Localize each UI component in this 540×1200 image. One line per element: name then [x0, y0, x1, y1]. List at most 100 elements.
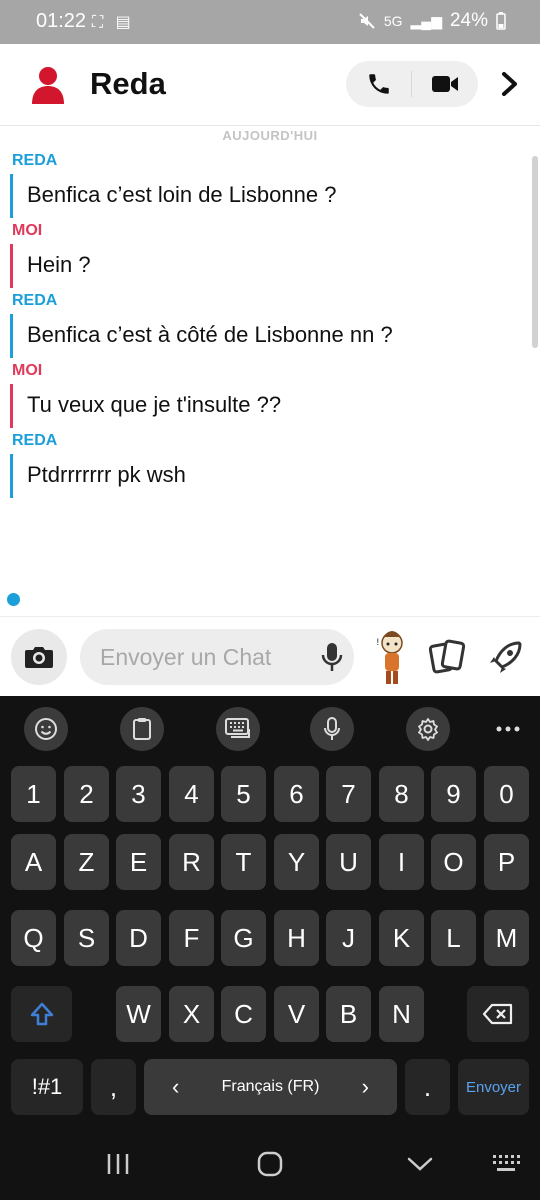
message-item[interactable]: REDA Benfica c’est loin de Lisbonne ?	[10, 152, 530, 222]
key-6[interactable]: 6	[274, 766, 319, 822]
symbols-key[interactable]: !#1	[11, 1059, 83, 1115]
key-d[interactable]: D	[116, 910, 161, 966]
contact-name[interactable]: Reda	[90, 66, 166, 102]
key-f[interactable]: F	[169, 910, 214, 966]
back-button[interactable]	[402, 1150, 438, 1178]
key-5[interactable]: 5	[221, 766, 266, 822]
chat-input[interactable]	[100, 629, 310, 685]
shift-icon	[30, 1002, 53, 1026]
comma-key[interactable]: ,	[91, 1059, 136, 1115]
key-q[interactable]: Q	[11, 910, 56, 966]
backspace-icon	[482, 1003, 513, 1025]
svg-text:!: !	[376, 638, 380, 648]
chat-scrollbar[interactable]	[532, 156, 538, 348]
language-next-arrow: ›	[361, 1074, 369, 1099]
key-m[interactable]: M	[484, 910, 529, 966]
key-z[interactable]: Z	[64, 834, 109, 890]
message-sender: REDA	[12, 432, 58, 449]
key-x[interactable]: X	[169, 986, 214, 1042]
phone-icon	[369, 74, 389, 94]
chat-input-field[interactable]	[80, 629, 354, 685]
key-o[interactable]: O	[431, 834, 476, 890]
key-a[interactable]: A	[11, 834, 56, 890]
backspace-key[interactable]	[467, 986, 529, 1042]
key-9[interactable]: 9	[431, 766, 476, 822]
mic-icon	[324, 717, 340, 740]
camera-button[interactable]	[11, 629, 67, 685]
chevron-right-button[interactable]	[494, 64, 526, 104]
keyboard-hide-button[interactable]	[488, 1150, 524, 1178]
key-p[interactable]: P	[484, 834, 529, 890]
key-u[interactable]: U	[326, 834, 371, 890]
key-b[interactable]: B	[326, 986, 371, 1042]
clipboard-button[interactable]	[120, 707, 164, 751]
key-e[interactable]: E	[116, 834, 161, 890]
key-l[interactable]: L	[431, 910, 476, 966]
key-8[interactable]: 8	[379, 766, 424, 822]
message-text: Benfica c’est à côté de Lisbonne nn ?	[27, 322, 393, 347]
message-item[interactable]: REDA Benfica c’est à côté de Lisbonne nn…	[10, 292, 530, 362]
phone-call-button[interactable]	[346, 61, 412, 107]
key-s[interactable]: S	[64, 910, 109, 966]
chat-area[interactable]: AUJOURD'HUI REDA Benfica c’est loin de L…	[0, 126, 540, 616]
voice-input-button[interactable]	[310, 707, 354, 751]
key-v[interactable]: V	[274, 986, 319, 1042]
chat-header: Reda	[0, 44, 540, 126]
status-time: 01:22	[36, 10, 87, 32]
emoji-icon	[35, 718, 57, 740]
signal-icon: ▂▄▆	[410, 12, 442, 29]
emoji-button[interactable]	[24, 707, 68, 751]
key-w[interactable]: W	[116, 986, 161, 1042]
key-0[interactable]: 0	[484, 766, 529, 822]
settings-button[interactable]	[406, 707, 450, 751]
key-3[interactable]: 3	[116, 766, 161, 822]
rocket-icon[interactable]	[486, 637, 526, 677]
send-key[interactable]: Envoyer	[458, 1059, 529, 1115]
key-i[interactable]: I	[379, 834, 424, 890]
call-controls	[346, 61, 478, 107]
message-bar	[10, 384, 13, 428]
key-j[interactable]: J	[326, 910, 371, 966]
keyboard-mode-button[interactable]	[216, 707, 260, 751]
key-g[interactable]: G	[221, 910, 266, 966]
message-sender: MOI	[12, 222, 43, 239]
key-r[interactable]: R	[169, 834, 214, 890]
status-right-icons: 5G ▂▄▆ 24%	[358, 10, 506, 32]
key-k[interactable]: K	[379, 910, 424, 966]
key-7[interactable]: 7	[326, 766, 371, 822]
recent-apps-button[interactable]	[100, 1150, 136, 1178]
cards-icon[interactable]	[428, 637, 468, 677]
chevron-down-icon	[407, 1157, 433, 1171]
message-item[interactable]: MOI Tu veux que je t'insulte ??	[10, 362, 530, 432]
battery-icon	[496, 12, 506, 30]
spacebar-label: Français (FR)	[221, 1078, 320, 1095]
message-item[interactable]: MOI Hein ?	[10, 222, 530, 292]
message-sender: REDA	[12, 152, 58, 169]
microphone-icon[interactable]	[320, 641, 344, 673]
key-2[interactable]: 2	[64, 766, 109, 822]
video-icon	[432, 76, 458, 92]
period-key[interactable]: .	[405, 1059, 450, 1115]
key-h[interactable]: H	[274, 910, 319, 966]
key-c[interactable]: C	[221, 986, 266, 1042]
key-1[interactable]: 1	[11, 766, 56, 822]
key-y[interactable]: Y	[274, 834, 319, 890]
key-t[interactable]: T	[221, 834, 266, 890]
camera-icon	[25, 647, 53, 668]
bitmoji-icon[interactable]: !	[373, 627, 411, 687]
settings-icon	[418, 718, 438, 741]
more-options-button[interactable]	[486, 707, 530, 751]
keyboard-grid-icon	[493, 1155, 520, 1171]
spacebar-key[interactable]: ‹ Français (FR) ›	[144, 1059, 397, 1115]
message-sender: REDA	[12, 292, 58, 309]
keyboard: 1 2 3 4 5 6 7 8 9 0 A Z E R T Y U I O P …	[0, 696, 540, 1200]
shift-key[interactable]	[11, 986, 72, 1042]
key-4[interactable]: 4	[169, 766, 214, 822]
avatar-icon[interactable]	[26, 62, 70, 106]
status-bar: 01:22 ⛶ ▤ 5G ▂▄▆ 24%	[0, 0, 540, 44]
key-n[interactable]: N	[379, 986, 424, 1042]
message-item[interactable]: REDA Ptdrrrrrrr pk wsh	[10, 432, 530, 502]
video-call-button[interactable]	[412, 61, 478, 107]
home-button[interactable]	[252, 1150, 288, 1178]
keyboard-icon	[225, 718, 250, 738]
